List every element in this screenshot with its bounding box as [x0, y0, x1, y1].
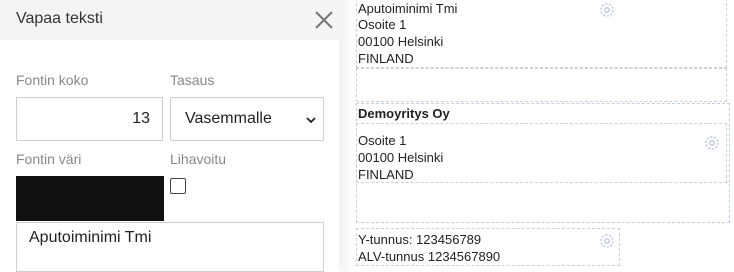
bold-label: Lihavoitu	[170, 151, 227, 167]
font-color-label: Fontin väri	[16, 151, 82, 167]
recipient-name: Demoyritys Oy	[358, 106, 450, 121]
alignment-select[interactable]: Vasemmalle	[170, 97, 324, 141]
recipient-settings-button[interactable]	[703, 134, 721, 152]
recipient-country: FINLAND	[358, 167, 414, 182]
document-preview: Aputoiminimi Tmi Osoite 1 00100 Helsinki…	[349, 0, 734, 271]
font-color-swatch[interactable]	[16, 176, 164, 221]
recipient-address: Osoite 1	[358, 133, 407, 148]
panel-title: Vapaa teksti	[16, 10, 103, 27]
business-id: Y-tunnus: 123456789	[358, 232, 482, 247]
font-size-input[interactable]	[16, 97, 163, 141]
ids-settings-button[interactable]	[598, 232, 616, 250]
gear-icon	[600, 3, 614, 17]
close-icon	[315, 11, 333, 29]
font-size-label: Fontin koko	[16, 72, 89, 88]
panel-header: Vapaa teksti	[0, 0, 339, 40]
gear-icon	[600, 234, 614, 248]
vat-id: ALV-tunnus 1234567890	[358, 249, 501, 264]
free-text-editor-panel: Vapaa teksti Fontin koko Tasaus Vasemmal…	[0, 0, 339, 272]
sender-address: Osoite 1	[358, 17, 407, 32]
spacer-block	[356, 68, 727, 102]
panel-divider	[339, 0, 349, 271]
text-content-field[interactable]: Aputoiminimi Tmi	[16, 222, 324, 272]
sender-settings-button[interactable]	[598, 1, 616, 19]
close-button[interactable]	[312, 8, 336, 32]
text-content-value: Aputoiminimi Tmi	[29, 229, 152, 246]
alignment-label: Tasaus	[170, 72, 215, 88]
bold-checkbox[interactable]	[170, 178, 186, 194]
sender-country: FINLAND	[358, 51, 414, 66]
sender-name: Aputoiminimi Tmi	[358, 1, 458, 16]
gear-icon	[705, 136, 719, 150]
sender-city: 00100 Helsinki	[358, 34, 444, 49]
alignment-select-value: Vasemmalle	[185, 110, 272, 127]
chevron-down-icon	[306, 117, 316, 124]
recipient-city: 00100 Helsinki	[358, 150, 444, 165]
